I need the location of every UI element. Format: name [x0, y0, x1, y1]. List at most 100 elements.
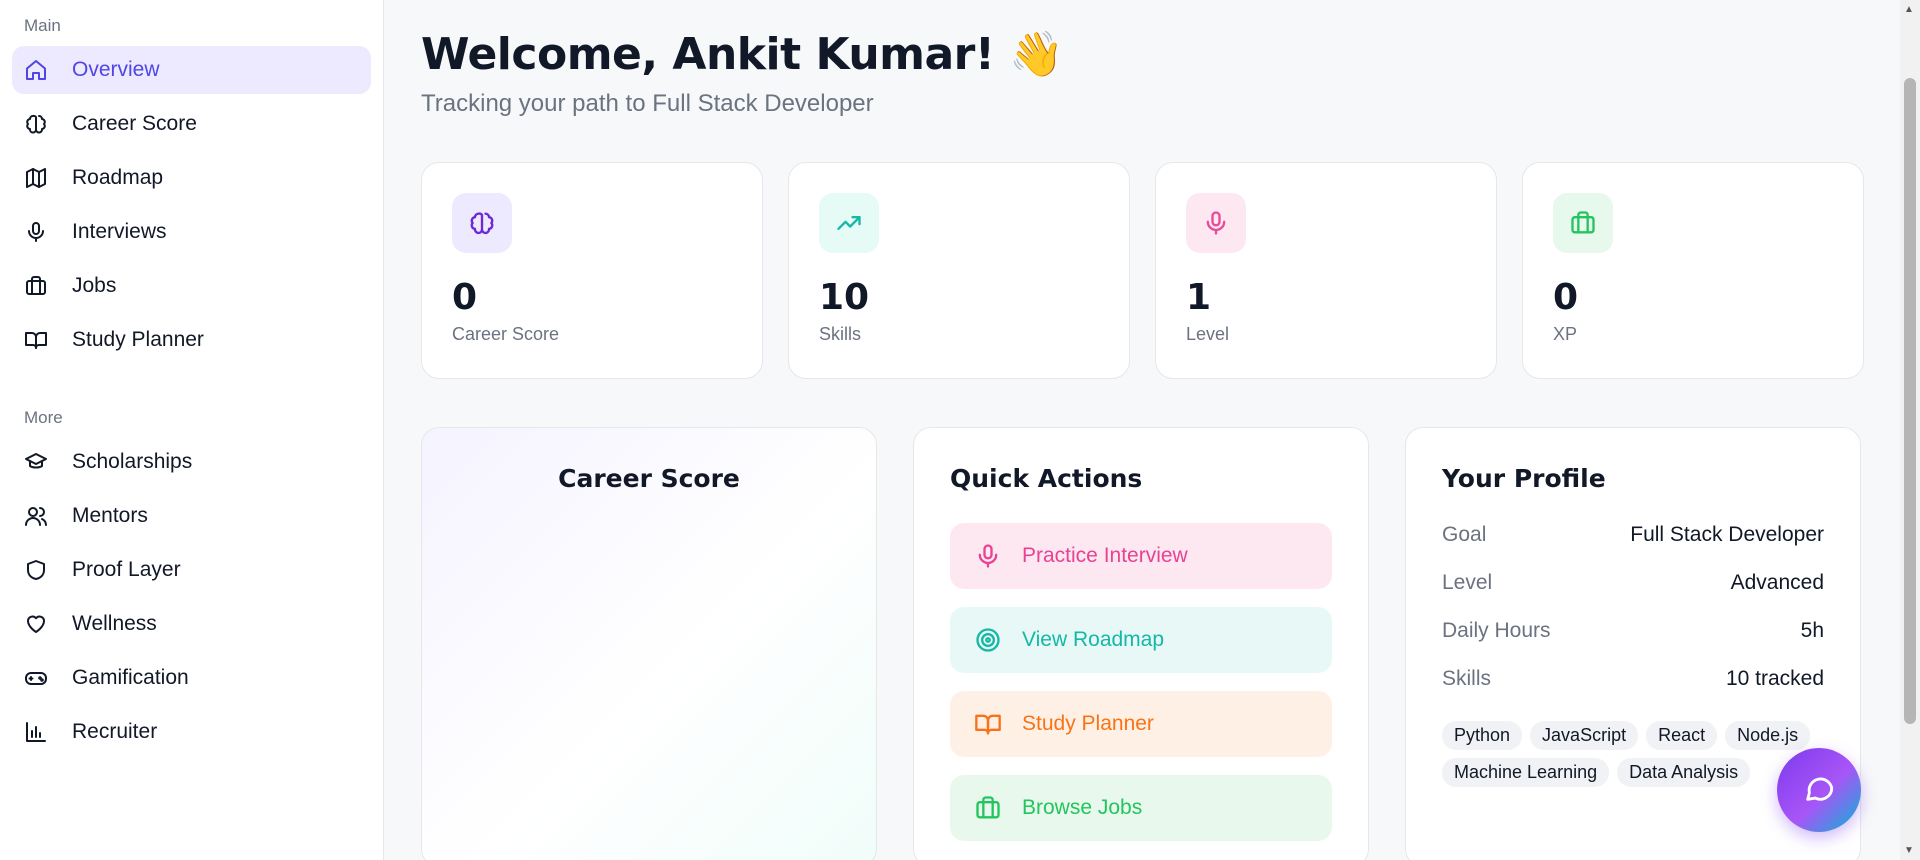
stat-card-career-score: 0 Career Score — [421, 162, 763, 379]
main-nav: Overview Career Score Roadmap Interviews… — [12, 46, 371, 364]
chat-icon — [1802, 771, 1836, 810]
shield-icon — [24, 558, 48, 582]
section-label-more: More — [24, 408, 63, 427]
quick-actions-panel: Quick Actions Practice Interview View Ro… — [913, 427, 1369, 860]
sidebar-item-jobs[interactable]: Jobs — [12, 262, 371, 310]
profile-rows: Goal Full Stack Developer Level Advanced D… — [1442, 523, 1824, 691]
profile-row-level: Level Advanced — [1442, 571, 1824, 595]
sidebar-item-label: Career Score — [72, 112, 197, 135]
mic-icon — [24, 220, 48, 244]
stat-value: 1 — [1186, 277, 1212, 318]
sidebar-item-mentors[interactable]: Mentors — [12, 492, 371, 540]
sidebar-item-label: Overview — [72, 58, 160, 81]
sidebar-item-label: Interviews — [72, 220, 167, 243]
scrollbar-thumb[interactable] — [1904, 78, 1916, 724]
heart-icon — [24, 612, 48, 636]
profile-row-skills: Skills 10 tracked — [1442, 667, 1824, 691]
profile-row-goal: Goal Full Stack Developer — [1442, 523, 1824, 547]
briefcase-icon — [24, 274, 48, 298]
users-icon — [24, 504, 48, 528]
stat-label: Skills — [819, 324, 862, 344]
page-title: Welcome, Ankit Kumar! 👋 — [421, 29, 1064, 80]
skill-tag: Machine Learning — [1442, 758, 1610, 787]
action-label: Browse Jobs — [1022, 796, 1143, 819]
more-nav: Scholarships Mentors Proof Layer Wellnes… — [12, 438, 371, 756]
book-icon — [24, 328, 48, 352]
sidebar-item-interviews[interactable]: Interviews — [12, 208, 371, 256]
page-subtitle: Tracking your path to Full Stack Develop… — [421, 90, 874, 117]
briefcase-icon — [974, 794, 1002, 822]
profile-value: Advanced — [1730, 571, 1824, 594]
profile-key: Daily Hours — [1442, 619, 1551, 642]
skill-tag: Python — [1442, 721, 1523, 750]
sidebar-item-label: Wellness — [72, 612, 157, 635]
stat-value: 10 — [819, 277, 870, 318]
trending-up-icon — [819, 193, 879, 253]
main-content: Welcome, Ankit Kumar! 👋 Tracking your pa… — [385, 0, 1900, 860]
profile-value: 5h — [1800, 619, 1824, 642]
sidebar-item-label: Recruiter — [72, 720, 158, 743]
action-label: View Roadmap — [1022, 628, 1165, 651]
bar-chart-icon — [24, 720, 48, 744]
graduation-cap-icon — [24, 450, 48, 474]
profile-key: Skills — [1442, 667, 1492, 690]
profile-title: Your Profile — [1442, 464, 1606, 493]
sidebar-item-recruiter[interactable]: Recruiter — [12, 708, 371, 756]
mic-icon — [1186, 193, 1246, 253]
sidebar-item-gamification[interactable]: Gamification — [12, 654, 371, 702]
skill-tag: JavaScript — [1530, 721, 1639, 750]
stat-label: Level — [1186, 324, 1230, 344]
home-icon — [24, 58, 48, 82]
skill-tags: Python JavaScript React Node.js Machine Lear… — [1442, 721, 1824, 787]
sidebar-item-label: Roadmap — [72, 166, 164, 189]
sidebar-item-label: Scholarships — [72, 450, 193, 473]
stat-card-xp: 0 XP — [1522, 162, 1864, 379]
sidebar: Main Overview Career Score Roadmap Inter… — [0, 0, 384, 860]
chat-button[interactable] — [1777, 748, 1861, 832]
skill-tag: Data Analysis — [1617, 758, 1751, 787]
stat-value: 0 — [452, 277, 478, 318]
sidebar-item-proof-layer[interactable]: Proof Layer — [12, 546, 371, 594]
sidebar-item-wellness[interactable]: Wellness — [12, 600, 371, 648]
sidebar-item-label: Gamification — [72, 666, 189, 689]
view-roadmap-button[interactable]: View Roadmap — [950, 607, 1332, 673]
sidebar-item-overview[interactable]: Overview — [12, 46, 371, 94]
briefcase-icon — [1553, 193, 1613, 253]
brain-icon — [452, 193, 512, 253]
stat-label: XP — [1553, 324, 1578, 344]
career-score-panel: Career Score — [421, 427, 877, 860]
sidebar-item-study-planner[interactable]: Study Planner — [12, 316, 371, 364]
action-label: Practice Interview — [1022, 544, 1188, 567]
action-label: Study Planner — [1022, 712, 1154, 735]
stat-value: 0 — [1553, 277, 1579, 318]
skill-tag: Node.js — [1725, 721, 1811, 750]
practice-interview-button[interactable]: Practice Interview — [950, 523, 1332, 589]
sidebar-item-label: Mentors — [72, 504, 148, 527]
section-label-main: Main — [24, 16, 61, 35]
sidebar-item-career-score[interactable]: Career Score — [12, 100, 371, 148]
sidebar-item-label: Study Planner — [72, 328, 204, 351]
bottom-panels: Career Score Quick Actions Practice Inte… — [421, 427, 1864, 860]
browse-jobs-button[interactable]: Browse Jobs — [950, 775, 1332, 841]
stat-label: Career Score — [452, 324, 560, 344]
skill-tag: React — [1646, 721, 1718, 750]
sidebar-item-scholarships[interactable]: Scholarships — [12, 438, 371, 486]
gamepad-icon — [24, 666, 48, 690]
brain-icon — [24, 112, 48, 136]
profile-key: Goal — [1442, 523, 1487, 546]
target-icon — [974, 626, 1002, 654]
scroll-down-icon[interactable]: ▼ — [1904, 845, 1914, 856]
stat-card-skills: 10 Skills — [788, 162, 1130, 379]
sidebar-item-label: Jobs — [72, 274, 117, 297]
profile-key: Level — [1442, 571, 1493, 594]
stat-card-level: 1 Level — [1155, 162, 1497, 379]
quick-actions-list: Practice Interview View Roadmap Study Pl… — [950, 523, 1332, 841]
scrollbar[interactable]: ▲ ▼ — [1900, 0, 1920, 860]
sidebar-item-roadmap[interactable]: Roadmap — [12, 154, 371, 202]
quick-actions-title: Quick Actions — [950, 464, 1143, 493]
profile-value: 10 tracked — [1725, 667, 1824, 690]
study-planner-button[interactable]: Study Planner — [950, 691, 1332, 757]
mic-icon — [974, 542, 1002, 570]
scroll-up-icon[interactable]: ▲ — [1904, 4, 1914, 15]
profile-value: Full Stack Developer — [1630, 523, 1824, 546]
